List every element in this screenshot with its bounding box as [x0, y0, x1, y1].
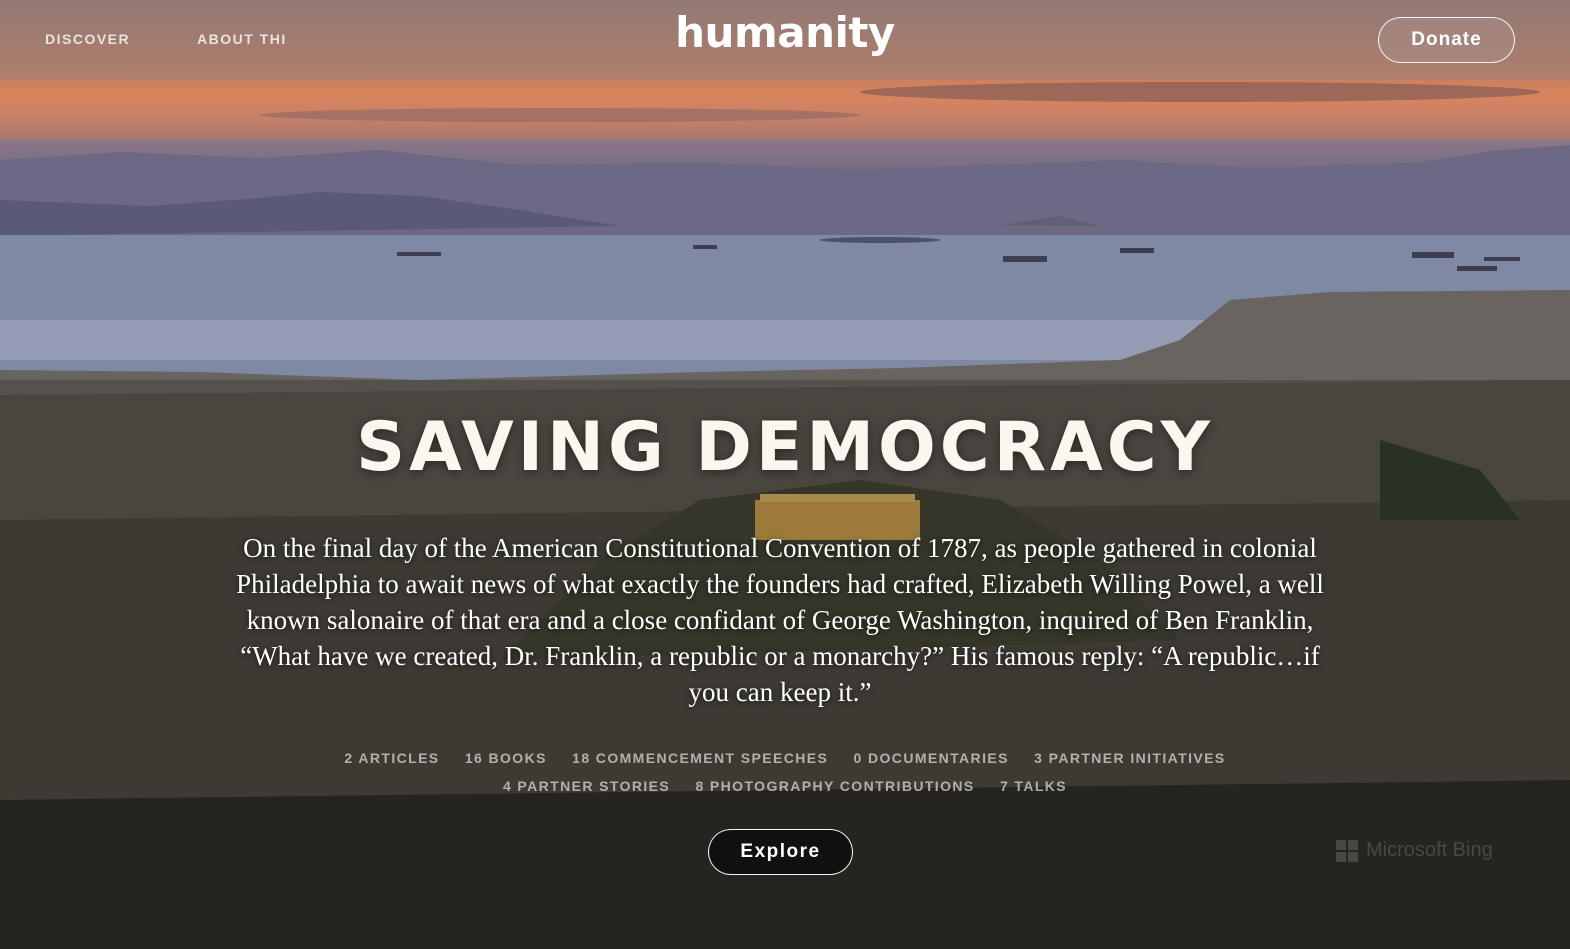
stat-talks[interactable]: 7 TALKS [1000, 778, 1067, 794]
top-navbar: DISCOVER ABOUT THI humanity Donate [0, 0, 1570, 80]
hero-description: On the final day of the American Constit… [236, 533, 1324, 707]
microsoft-logo-icon [1336, 839, 1358, 862]
stat-commencement-speeches[interactable]: 18 COMMENCEMENT SPEECHES [572, 750, 828, 766]
stat-partner-stories[interactable]: 4 PARTNER STORIES [503, 778, 670, 794]
stat-books[interactable]: 16 BOOKS [465, 750, 547, 766]
donate-button[interactable]: Donate [1378, 17, 1515, 63]
explore-button[interactable]: Explore [708, 829, 853, 875]
humanity-logo[interactable]: humanity [0, 8, 1570, 57]
stat-photography-contributions[interactable]: 8 PHOTOGRAPHY CONTRIBUTIONS [695, 778, 974, 794]
stat-partner-initiatives[interactable]: 3 PARTNER INITIATIVES [1034, 750, 1225, 766]
content-stats-row-2: 4 PARTNER STORIES 8 PHOTOGRAPHY CONTRIBU… [0, 778, 1570, 794]
stat-articles[interactable]: 2 ARTICLES [344, 750, 439, 766]
page-title: SAVING DEMOCRACY [356, 408, 1214, 487]
stat-documentaries[interactable]: 0 DOCUMENTARIES [854, 750, 1009, 766]
bing-watermark-text: Microsoft Bing [1366, 839, 1493, 861]
bing-watermark: Microsoft Bing [1336, 839, 1493, 862]
content-stats-row-1: 2 ARTICLES 16 BOOKS 18 COMMENCEMENT SPEE… [0, 750, 1570, 766]
